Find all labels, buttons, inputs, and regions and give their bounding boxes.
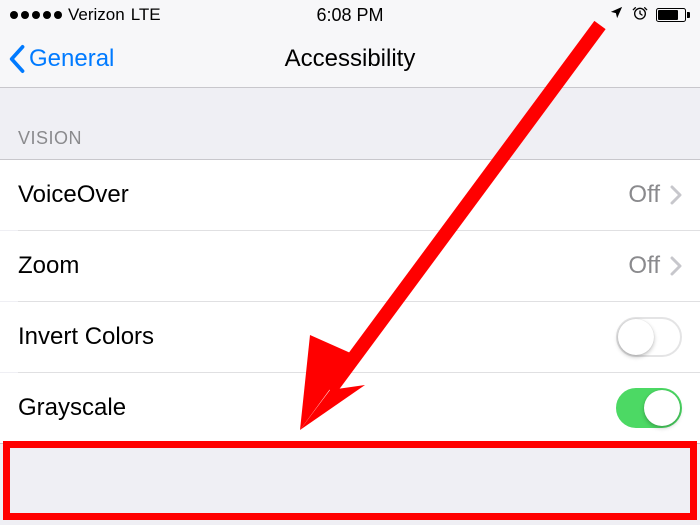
toggle-invert-colors[interactable] [616, 317, 682, 357]
status-bar: Verizon LTE 6:08 PM [0, 0, 700, 30]
toggle-knob [644, 390, 680, 426]
back-button[interactable]: General [8, 44, 114, 74]
status-left: Verizon LTE [10, 5, 161, 25]
row-zoom[interactable]: Zoom Off [0, 231, 700, 301]
row-value: Off [628, 252, 660, 280]
row-label: Grayscale [18, 394, 126, 422]
annotation-highlight [3, 441, 697, 520]
back-label: General [29, 45, 114, 73]
chevron-right-icon [670, 256, 682, 276]
toggle-grayscale[interactable] [616, 388, 682, 428]
carrier-label: Verizon [68, 5, 125, 25]
divider [0, 443, 700, 444]
chevron-right-icon [670, 185, 682, 205]
toggle-knob [618, 319, 654, 355]
row-value: Off [628, 181, 660, 209]
page-title: Accessibility [285, 45, 416, 73]
nav-bar: General Accessibility [0, 30, 700, 88]
settings-screen: Verizon LTE 6:08 PM General Accessibilit… [0, 0, 700, 525]
section-header-vision: VISION [0, 88, 700, 159]
location-icon [609, 5, 624, 25]
chevron-left-icon [8, 44, 25, 74]
row-label: VoiceOver [18, 181, 129, 209]
row-invert-colors: Invert Colors [0, 302, 700, 372]
battery-icon [656, 8, 690, 22]
row-grayscale: Grayscale [0, 373, 700, 443]
row-label: Invert Colors [18, 323, 154, 351]
signal-strength-icon [10, 11, 62, 19]
alarm-icon [632, 5, 648, 26]
row-voiceover[interactable]: VoiceOver Off [0, 160, 700, 230]
status-time: 6:08 PM [316, 5, 383, 26]
row-label: Zoom [18, 252, 79, 280]
status-right [609, 5, 690, 26]
network-label: LTE [131, 5, 161, 25]
